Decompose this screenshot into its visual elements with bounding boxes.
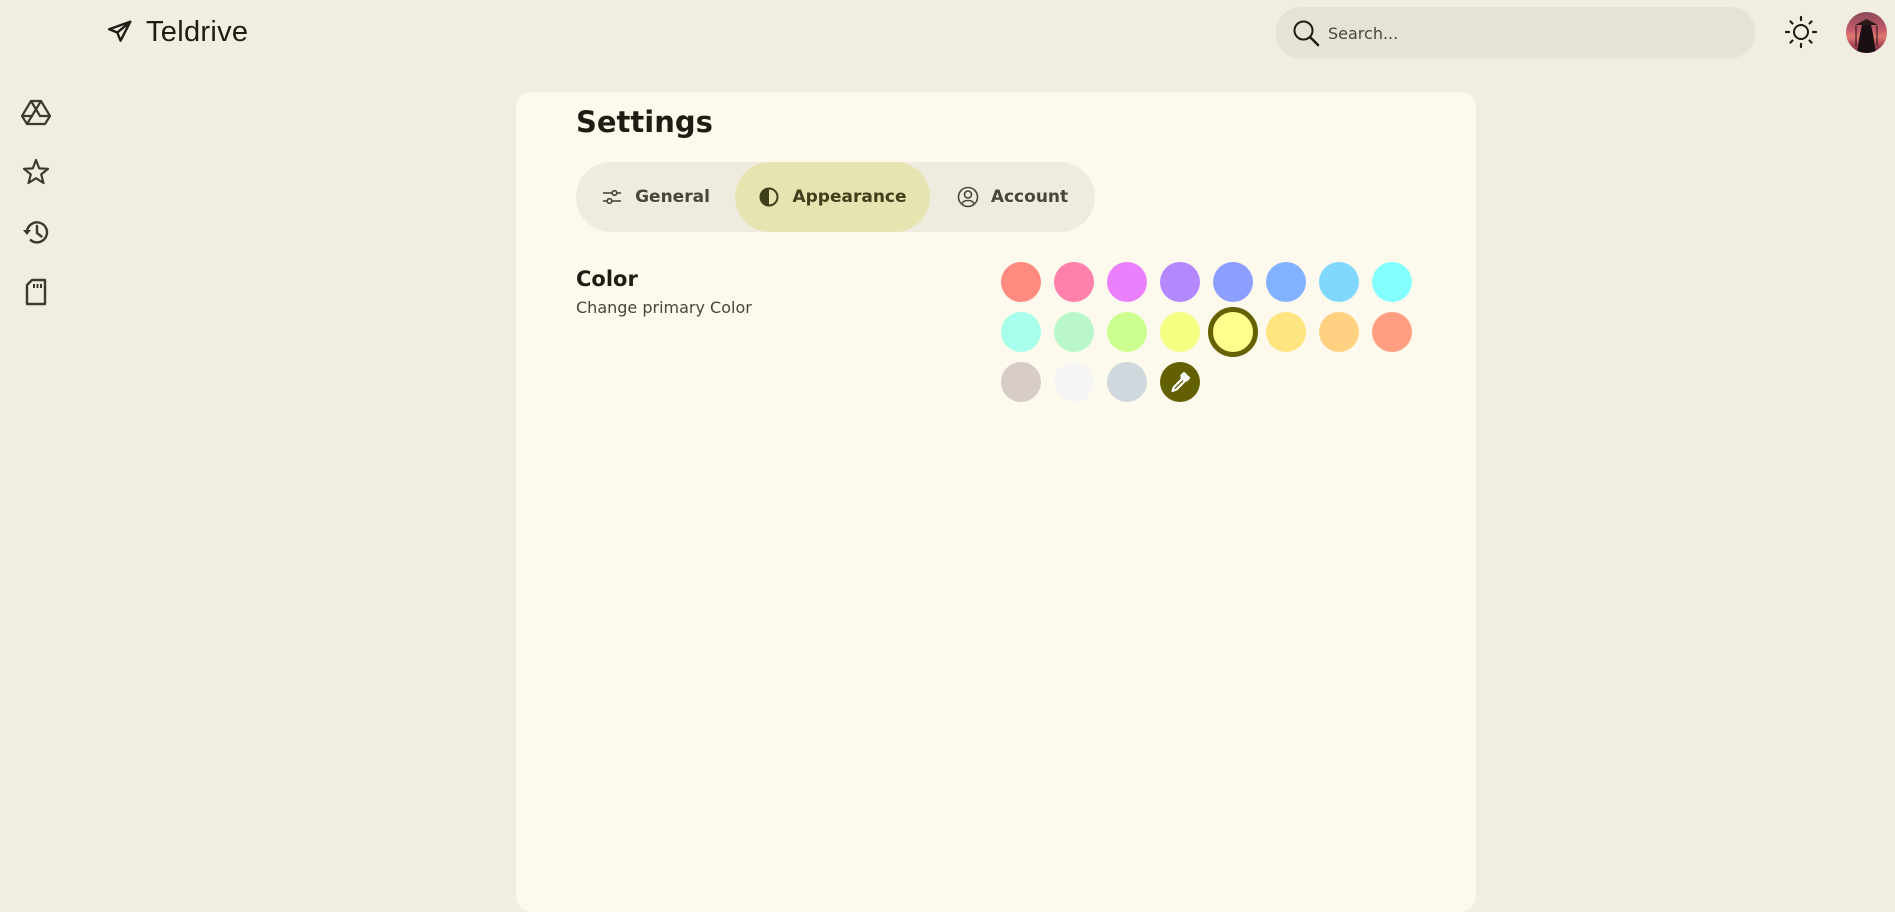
- color-section-subtitle: Change primary Color: [576, 298, 752, 317]
- star-icon[interactable]: [20, 156, 52, 188]
- avatar-image: [1855, 19, 1878, 53]
- color-swatch[interactable]: [1107, 311, 1147, 352]
- color-section-title: Color: [576, 267, 638, 291]
- color-swatch-selected[interactable]: [1208, 306, 1258, 357]
- tab-appearance[interactable]: Appearance: [735, 162, 930, 232]
- color-swatch[interactable]: [1213, 262, 1253, 302]
- tab-appearance-label: Appearance: [792, 187, 907, 207]
- color-swatch[interactable]: [1001, 311, 1041, 352]
- color-swatch[interactable]: [1054, 311, 1094, 352]
- search-bar[interactable]: [1276, 7, 1755, 59]
- color-swatch[interactable]: [1160, 311, 1200, 352]
- sun-icon[interactable]: [1783, 14, 1819, 50]
- history-icon[interactable]: [20, 216, 52, 248]
- color-swatch[interactable]: [1372, 262, 1412, 302]
- paper-plane-icon: [107, 20, 132, 42]
- color-swatch[interactable]: [1054, 361, 1094, 402]
- google-drive-icon[interactable]: [20, 96, 52, 128]
- custom-color-picker-button[interactable]: [1160, 361, 1200, 402]
- app-title[interactable]: Teldrive: [146, 12, 248, 52]
- avatar[interactable]: [1846, 12, 1887, 53]
- tab-general-label: General: [635, 187, 710, 207]
- search-icon: [1293, 20, 1320, 47]
- color-swatch[interactable]: [1266, 262, 1306, 302]
- tab-general[interactable]: General: [576, 162, 735, 232]
- sd-card-icon[interactable]: [20, 276, 52, 308]
- search-input[interactable]: [1326, 7, 1730, 59]
- color-swatch[interactable]: [1054, 262, 1094, 302]
- color-swatch[interactable]: [1107, 361, 1147, 402]
- tab-account-label: Account: [990, 187, 1069, 207]
- color-swatch[interactable]: [1319, 262, 1359, 302]
- page-title: Settings: [576, 105, 713, 139]
- settings-tabs: General Appearance Account: [576, 162, 1095, 232]
- eyedropper-icon: [1171, 371, 1191, 393]
- color-swatch[interactable]: [1372, 311, 1412, 352]
- color-swatch[interactable]: [1160, 262, 1200, 302]
- contrast-icon: [759, 187, 779, 207]
- tab-account[interactable]: Account: [930, 162, 1095, 232]
- color-swatch[interactable]: [1001, 262, 1041, 302]
- color-swatch[interactable]: [1319, 311, 1359, 352]
- color-swatch[interactable]: [1107, 262, 1147, 302]
- account-circle-icon: [957, 186, 979, 208]
- color-swatch[interactable]: [1266, 311, 1306, 352]
- sliders-icon: [603, 189, 622, 205]
- color-swatch[interactable]: [1001, 361, 1041, 402]
